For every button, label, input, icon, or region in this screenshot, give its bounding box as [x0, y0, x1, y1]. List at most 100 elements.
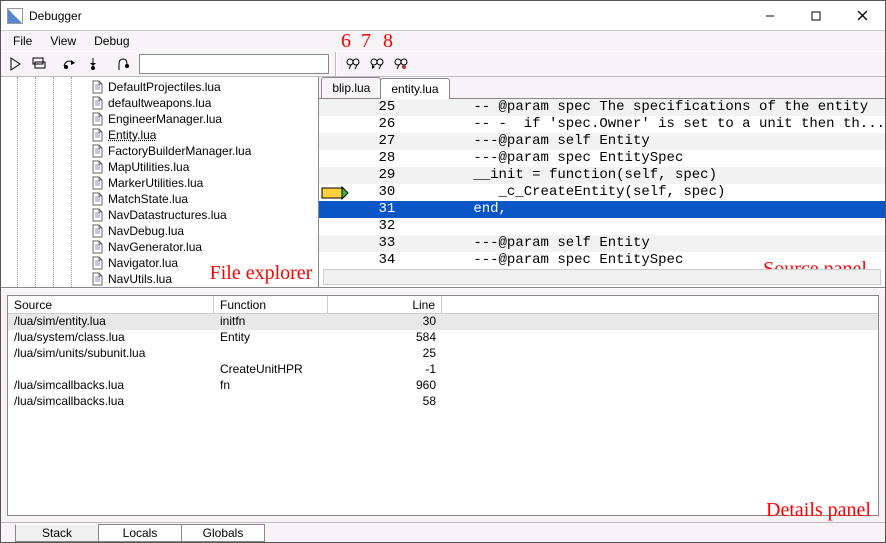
- gutter: [319, 116, 351, 133]
- tree-item[interactable]: Navigator.lua: [1, 255, 318, 271]
- stack-row[interactable]: /lua/system/class.luaEntity584: [8, 330, 878, 346]
- stack-function: fn: [214, 378, 328, 394]
- close-button[interactable]: [839, 1, 885, 31]
- tree-item[interactable]: MatchState.lua: [1, 191, 318, 207]
- stack-function: [214, 346, 328, 362]
- stack-row[interactable]: /lua/simcallbacks.luafn960: [8, 378, 878, 394]
- find-button[interactable]: [342, 53, 364, 75]
- stack-source: /lua/system/class.lua: [8, 330, 214, 346]
- step-over-button[interactable]: [58, 53, 80, 75]
- grid-header: Source Function Line: [8, 296, 878, 314]
- source-tabbar: blip.luaentity.lua: [319, 77, 885, 99]
- maximize-button[interactable]: [793, 1, 839, 31]
- stack-line: 58: [328, 394, 442, 410]
- col-function[interactable]: Function: [214, 296, 328, 313]
- tree-item-label: FactoryBuilderManager.lua: [108, 144, 251, 158]
- details-tab[interactable]: Locals: [98, 524, 182, 542]
- file-explorer[interactable]: DefaultProjectiles.luadefaultweapons.lua…: [1, 77, 319, 287]
- app-icon: [7, 8, 23, 24]
- stack-source: [8, 362, 214, 378]
- stack-source: /lua/simcallbacks.lua: [8, 378, 214, 394]
- stack-function: Entity: [214, 330, 328, 346]
- stack-source: /lua/sim/units/subunit.lua: [8, 346, 214, 362]
- tree-item-label: MarkerUtilities.lua: [108, 176, 203, 190]
- tree-item-label: NavDatastructures.lua: [108, 208, 227, 222]
- gutter: [319, 167, 351, 184]
- tree-item[interactable]: DefaultProjectiles.lua: [1, 79, 318, 95]
- stack-row[interactable]: /lua/sim/units/subunit.lua 25: [8, 346, 878, 362]
- content: DefaultProjectiles.luadefaultweapons.lua…: [1, 77, 885, 542]
- gutter: [319, 235, 351, 252]
- tree-item-label: EngineerManager.lua: [108, 112, 222, 126]
- stack-row[interactable]: /lua/sim/entity.luainitfn30: [8, 314, 878, 330]
- code-line[interactable]: 30 _c_CreateEntity(self, spec): [319, 184, 885, 201]
- details-tab[interactable]: Globals: [181, 524, 265, 542]
- source-code[interactable]: 25-- @param spec The specifications of t…: [319, 99, 885, 287]
- tree-item-label: Entity.lua: [108, 128, 156, 142]
- tree-item[interactable]: NavGenerator.lua: [1, 239, 318, 255]
- menu-debug[interactable]: Debug: [86, 32, 137, 50]
- gutter: [319, 218, 351, 235]
- tree-item[interactable]: defaultweapons.lua: [1, 95, 318, 111]
- annot-8: 8: [383, 30, 393, 53]
- tree-item-label: defaultweapons.lua: [108, 96, 211, 110]
- line-number: 30: [351, 184, 403, 201]
- tree-item-label: NavDebug.lua: [108, 224, 184, 238]
- run-button[interactable]: [4, 53, 26, 75]
- stack-line: 30: [328, 314, 442, 330]
- tree-item[interactable]: Entity.lua: [1, 127, 318, 143]
- tree-item-label: NavGenerator.lua: [108, 240, 202, 254]
- tree-item[interactable]: MapUtilities.lua: [1, 159, 318, 175]
- line-number: 25: [351, 99, 403, 116]
- tree-item[interactable]: NavDatastructures.lua: [1, 207, 318, 223]
- col-source[interactable]: Source: [8, 296, 214, 313]
- details-tab[interactable]: Stack: [15, 524, 99, 542]
- toolbar-input[interactable]: [139, 54, 329, 74]
- gutter: [319, 99, 351, 116]
- line-number: 26: [351, 116, 403, 133]
- stack-row[interactable]: /lua/simcallbacks.lua 58: [8, 394, 878, 410]
- code-line[interactable]: 31end,: [319, 201, 885, 218]
- code-text: end,: [403, 201, 885, 218]
- code-line[interactable]: 34---@param spec EntitySpec: [319, 252, 885, 269]
- menu-file[interactable]: File: [5, 32, 40, 50]
- stack-row[interactable]: CreateUnitHPR-1: [8, 362, 878, 378]
- line-number: 27: [351, 133, 403, 150]
- line-number: 31: [351, 201, 403, 218]
- code-line[interactable]: 25-- @param spec The specifications of t…: [319, 99, 885, 116]
- code-line[interactable]: 28---@param spec EntitySpec: [319, 150, 885, 167]
- source-tab[interactable]: blip.lua: [321, 77, 381, 98]
- stack-function: CreateUnitHPR: [214, 362, 328, 378]
- tree-item[interactable]: EngineerManager.lua: [1, 111, 318, 127]
- menu-view[interactable]: View: [42, 32, 84, 50]
- tree-item[interactable]: NavDebug.lua: [1, 223, 318, 239]
- step-into-button[interactable]: [82, 53, 104, 75]
- stack-line: 25: [328, 346, 442, 362]
- bookmark-button[interactable]: [390, 53, 412, 75]
- source-tab[interactable]: entity.lua: [380, 78, 449, 99]
- code-text: _c_CreateEntity(self, spec): [403, 184, 885, 201]
- stack-grid[interactable]: Source Function Line /lua/sim/entity.lua…: [7, 295, 879, 516]
- menubar: File View Debug: [1, 31, 885, 51]
- tree-item-label: NavUtils.lua: [108, 272, 172, 286]
- tree-item[interactable]: MarkerUtilities.lua: [1, 175, 318, 191]
- stack-source: /lua/simcallbacks.lua: [8, 394, 214, 410]
- code-line[interactable]: 26-- - if 'spec.Owner' is set to a unit …: [319, 116, 885, 133]
- find-next-button[interactable]: [366, 53, 388, 75]
- details-panel: Source Function Line /lua/sim/entity.lua…: [1, 288, 885, 542]
- stack-line: 584: [328, 330, 442, 346]
- col-line[interactable]: Line: [328, 296, 442, 313]
- code-line[interactable]: 27---@param self Entity: [319, 133, 885, 150]
- line-number: 34: [351, 252, 403, 269]
- tree-item[interactable]: NavUtils.lua: [1, 271, 318, 287]
- h-scrollbar[interactable]: [323, 269, 881, 285]
- breakpoint-toggle-button[interactable]: [112, 53, 134, 75]
- code-line[interactable]: 32: [319, 218, 885, 235]
- stack-button[interactable]: [28, 53, 50, 75]
- minimize-button[interactable]: [747, 1, 793, 31]
- code-line[interactable]: 33---@param self Entity: [319, 235, 885, 252]
- code-line[interactable]: 29__init = function(self, spec): [319, 167, 885, 184]
- line-number: 29: [351, 167, 403, 184]
- tree-item[interactable]: FactoryBuilderManager.lua: [1, 143, 318, 159]
- annot-7: 7: [361, 30, 371, 53]
